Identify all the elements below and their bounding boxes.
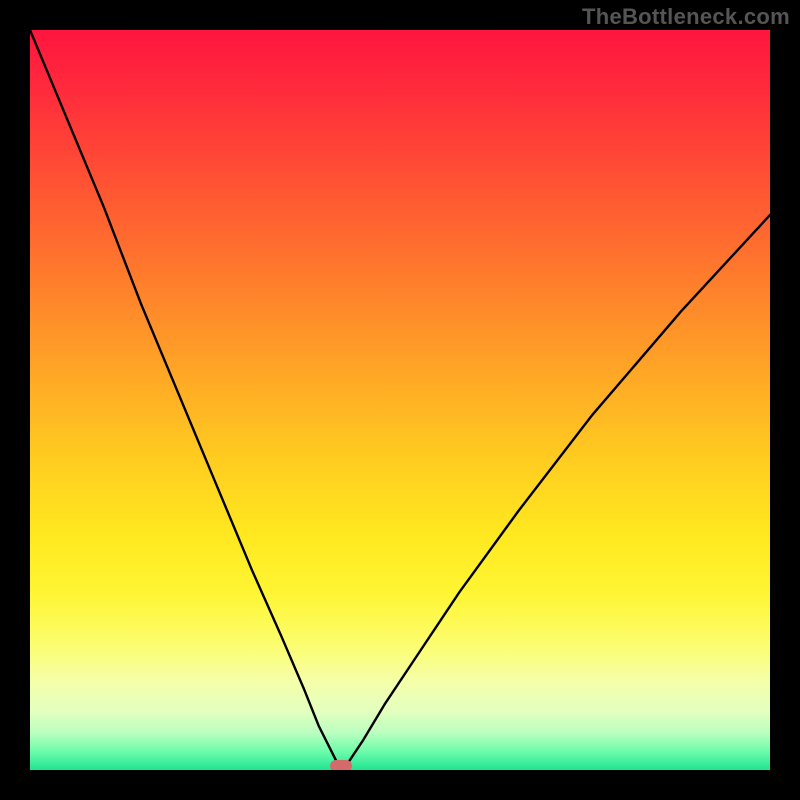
plot-area: [30, 30, 770, 770]
curve-svg: [30, 30, 770, 770]
bottleneck-curve: [30, 30, 770, 770]
watermark-text: TheBottleneck.com: [582, 4, 790, 30]
chart-frame: TheBottleneck.com: [0, 0, 800, 800]
minimum-indicator-icon: [330, 760, 352, 770]
